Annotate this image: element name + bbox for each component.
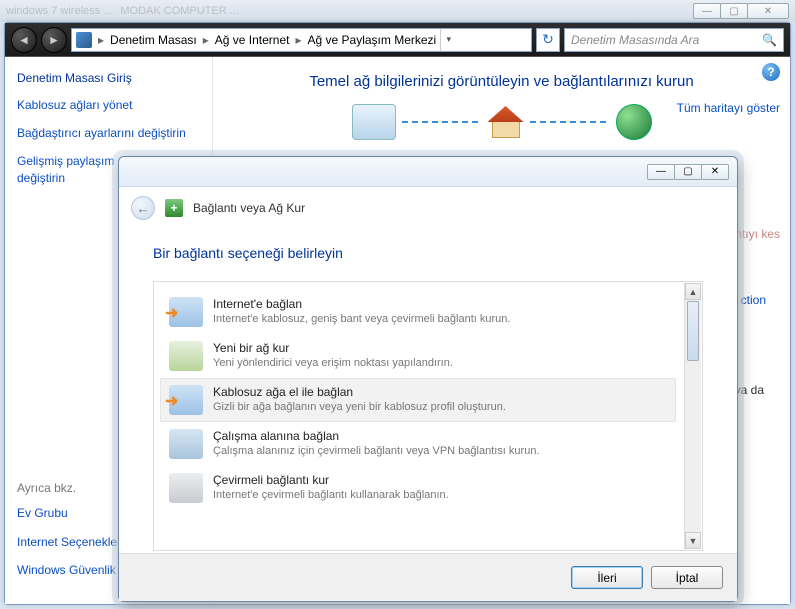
- wizard-title: Bağlantı veya Ağ Kur: [193, 201, 305, 215]
- address-dropdown-icon[interactable]: ▾: [440, 29, 456, 51]
- breadcrumb-sep: ▸: [96, 33, 106, 47]
- scroll-down-icon[interactable]: ▼: [685, 532, 701, 549]
- wizard-footer: İleri İptal: [119, 553, 737, 601]
- window-close-button[interactable]: ✕: [747, 3, 789, 19]
- help-icon[interactable]: ?: [762, 63, 780, 81]
- wizard-titlebar: — ▢ ✕: [119, 157, 737, 187]
- sidebar-home-link[interactable]: Denetim Masası Giriş: [17, 71, 200, 85]
- partial-link[interactable]: ction: [741, 293, 766, 307]
- wizard-maximize-button[interactable]: ▢: [674, 164, 702, 180]
- option-icon: [169, 341, 203, 371]
- connection-option[interactable]: Çevirmeli bağlantı kur Internet'e çevirme…: [160, 466, 676, 510]
- option-title: Internet'e bağlan: [213, 297, 510, 311]
- option-title: Kablosuz ağa el ile bağlan: [213, 385, 506, 399]
- search-input[interactable]: Denetim Masasında Ara 🔍: [564, 28, 784, 52]
- cancel-button[interactable]: İptal: [651, 566, 723, 589]
- breadcrumb-1[interactable]: Denetim Masası: [106, 33, 201, 47]
- scroll-thumb[interactable]: [687, 301, 699, 361]
- control-panel-icon: [76, 32, 92, 48]
- option-icon: [169, 429, 203, 459]
- breadcrumb-2[interactable]: Ağ ve Internet: [211, 33, 294, 47]
- page-title: Temel ağ bilgilerinizi görüntüleyin ve b…: [231, 73, 772, 90]
- scrollbar[interactable]: ▲ ▼: [684, 283, 701, 549]
- window-maximize-button[interactable]: ▢: [720, 3, 748, 19]
- breadcrumb-3[interactable]: Ağ ve Paylaşım Merkezi: [304, 33, 441, 47]
- wizard-heading: Bir bağlantı seçeneği belirleyin: [153, 245, 703, 261]
- option-description: Çalışma alanınız için çevirmeli bağlantı…: [213, 445, 540, 457]
- option-icon: [169, 473, 203, 503]
- sidebar-link-adapter[interactable]: Bağdaştırıcı ayarlarını değiştirin: [17, 125, 200, 141]
- navigation-bar: ◄ ► ▸ Denetim Masası ▸ Ağ ve Internet ▸ …: [5, 23, 790, 57]
- option-description: Internet'e çevirmeli bağlantı kullanarak…: [213, 489, 449, 501]
- nav-forward-button[interactable]: ►: [41, 27, 67, 53]
- internet-icon: [616, 104, 652, 140]
- address-bar[interactable]: ▸ Denetim Masası ▸ Ağ ve Internet ▸ Ağ v…: [71, 28, 532, 52]
- option-icon: [169, 297, 203, 327]
- tab-2[interactable]: MODAK COMPUTER ...: [120, 5, 239, 17]
- browser-tab-strip: windows 7 wireless ... MODAK COMPUTER ..…: [0, 0, 795, 22]
- text-fragment: ya da: [735, 383, 764, 397]
- option-icon: [169, 385, 203, 415]
- wizard-minimize-button[interactable]: —: [647, 164, 675, 180]
- wizard-body: Bir bağlantı seçeneği belirleyin Interne…: [119, 229, 737, 553]
- scroll-up-icon[interactable]: ▲: [685, 283, 701, 300]
- option-title: Yeni bir ağ kur: [213, 341, 453, 355]
- nav-back-button[interactable]: ◄: [11, 27, 37, 53]
- wizard-icon: [165, 199, 183, 217]
- wizard-close-button[interactable]: ✕: [701, 164, 729, 180]
- refresh-button[interactable]: ↻: [536, 28, 560, 52]
- search-placeholder: Denetim Masasında Ara: [571, 33, 699, 47]
- connection-option[interactable]: Çalışma alanına bağlan Çalışma alanınız i…: [160, 422, 676, 466]
- connection-line: [402, 121, 482, 123]
- full-map-link[interactable]: Tüm haritayı göster: [677, 101, 780, 115]
- connection-line: [530, 121, 610, 123]
- option-description: Gizli bir ağa bağlanın veya yeni bir kab…: [213, 401, 506, 413]
- search-icon: 🔍: [762, 33, 777, 47]
- wizard-header: ← Bağlantı veya Ağ Kur: [119, 187, 737, 229]
- connection-option[interactable]: Internet'e bağlan Internet'e kablosuz, ge…: [160, 290, 676, 334]
- window-minimize-button[interactable]: —: [693, 3, 721, 19]
- network-icon: [488, 106, 524, 138]
- connection-option[interactable]: Kablosuz ağa el ile bağlan Gizli bir ağa …: [160, 378, 676, 422]
- sidebar-link-wireless[interactable]: Kablosuz ağları yönet: [17, 97, 200, 113]
- option-title: Çalışma alanına bağlan: [213, 429, 540, 443]
- option-title: Çevirmeli bağlantı kur: [213, 473, 449, 487]
- tab-1[interactable]: windows 7 wireless ...: [6, 5, 112, 17]
- connection-option[interactable]: Yeni bir ağ kur Yeni yönlendirici veya er…: [160, 334, 676, 378]
- option-description: Yeni yönlendirici veya erişim noktası ya…: [213, 357, 453, 369]
- connection-options-list: Internet'e bağlan Internet'e kablosuz, ge…: [153, 281, 703, 551]
- option-description: Internet'e kablosuz, geniş bant veya çev…: [213, 313, 510, 325]
- next-button[interactable]: İleri: [571, 566, 643, 589]
- setup-connection-wizard: — ▢ ✕ ← Bağlantı veya Ağ Kur Bir bağlant…: [118, 156, 738, 602]
- wizard-back-button[interactable]: ←: [131, 196, 155, 220]
- computer-icon: [352, 104, 396, 140]
